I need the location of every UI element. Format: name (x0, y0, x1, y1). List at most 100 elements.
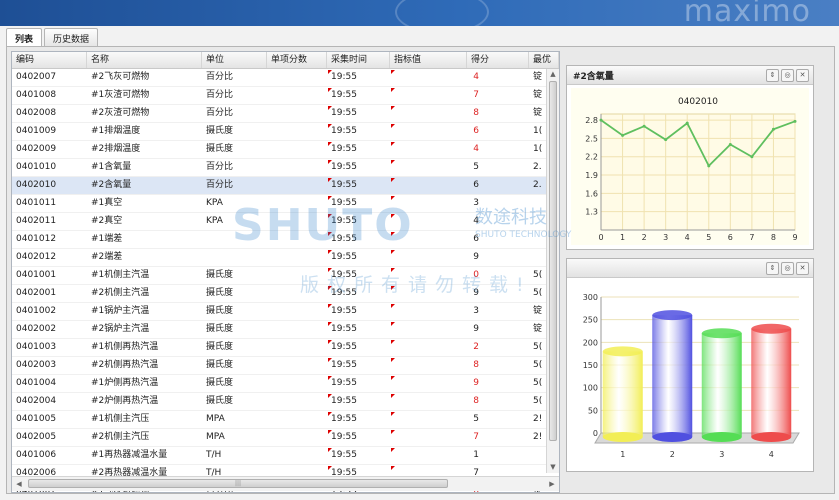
flag-marker-icon (391, 268, 395, 272)
cell-code: 0402010 (12, 177, 87, 194)
col-header-best[interactable]: 最优 (529, 52, 559, 68)
tab-history[interactable]: 历史数据 (44, 28, 99, 46)
flag-marker-icon (391, 430, 395, 434)
col-header-single-score[interactable]: 单项分数 (267, 52, 327, 68)
cell-best: 5( (529, 357, 546, 374)
cell-name-text: #2机侧主汽温 (91, 288, 150, 298)
settings-icon[interactable]: ◎ (781, 69, 794, 82)
close-icon[interactable]: ✕ (796, 69, 809, 82)
cell-score: 8 (467, 105, 529, 122)
cell-single-score (267, 105, 327, 122)
data-point (685, 121, 689, 125)
cell-code: 0401002 (12, 303, 87, 320)
tab-list[interactable]: 列表 (6, 28, 43, 46)
cell-score: 5 (467, 411, 529, 428)
cell-unit-text: 百分比 (206, 162, 234, 172)
cell-code-text: 0402002 (16, 324, 57, 334)
vertical-scroll-thumb[interactable] (549, 81, 557, 441)
cell-best-text: 5( (533, 342, 543, 352)
table-row[interactable]: 0401001 #1机侧主汽温 摄氏度 19:55 0 5( (12, 267, 546, 285)
cell-name: #2真空 (87, 213, 202, 230)
col-header-code[interactable]: 编码 (12, 52, 87, 68)
cell-score: 8 (467, 393, 529, 410)
x-tick-label: 6 (728, 233, 733, 242)
grid-body: 0402007 #2飞灰可燃物 百分比 19:55 4 锭 0401008 #1灰渣可燃物 百分… (12, 69, 546, 492)
table-row[interactable]: 0402005 #2机侧主汽压 MPA 19:55 7 2! (12, 429, 546, 447)
cell-time: 19:55 (327, 213, 390, 230)
bar (751, 328, 792, 437)
cell-name-text: #2机侧再热汽温 (91, 360, 159, 370)
table-row[interactable]: 0402012 #2端差 19:55 9 (12, 249, 546, 267)
bar (701, 333, 742, 437)
cell-code-text: 0401012 (16, 234, 57, 244)
cell-score-text: 4 (473, 216, 479, 226)
cell-best-text: 2! (533, 414, 543, 424)
bar-panel-header: ⇕ ◎ ✕ (567, 259, 813, 278)
settings-icon[interactable]: ◎ (781, 262, 794, 275)
vertical-scrollbar[interactable]: ▲ ▼ (546, 69, 559, 473)
flag-marker-icon (328, 160, 332, 164)
table-row[interactable]: 0401005 #1机侧主汽压 MPA 19:55 5 2! (12, 411, 546, 429)
data-point (793, 119, 797, 123)
table-row[interactable]: 0401012 #1端差 19:55 6 (12, 231, 546, 249)
scroll-up-icon[interactable]: ▲ (549, 70, 557, 78)
horizontal-scrollbar[interactable]: ◀ ||| ▶ (12, 476, 559, 491)
cell-time-text: 19:55 (331, 180, 357, 190)
cell-name: #1机侧再热汽温 (87, 339, 202, 356)
table-row[interactable]: 0402011 #2真空 KPA 19:55 4 (12, 213, 546, 231)
cell-score: 6 (467, 231, 529, 248)
col-header-name[interactable]: 名称 (87, 52, 202, 68)
resize-icon[interactable]: ⇕ (766, 262, 779, 275)
x-tick-label: 4 (769, 450, 774, 459)
flag-marker-icon (328, 304, 332, 308)
cell-score-text: 4 (473, 144, 479, 154)
table-row[interactable]: 0402004 #2炉侧再热汽温 摄氏度 19:55 8 5( (12, 393, 546, 411)
flag-marker-icon (391, 196, 395, 200)
table-row[interactable]: 0401008 #1灰渣可燃物 百分比 19:55 7 锭 (12, 87, 546, 105)
cell-name-text: #1排烟温度 (91, 126, 141, 136)
col-header-value[interactable]: 指标值 (390, 52, 467, 68)
col-header-unit[interactable]: 单位 (202, 52, 267, 68)
cell-unit-text: 百分比 (206, 90, 234, 100)
table-row[interactable]: 0401011 #1真空 KPA 19:55 3 (12, 195, 546, 213)
table-row[interactable]: 0401006 #1再热器减温水量 T/H 19:55 1 (12, 447, 546, 465)
table-row[interactable]: 0402001 #2机侧主汽温 摄氏度 19:55 9 5( (12, 285, 546, 303)
cell-score-text: 8 (473, 360, 479, 370)
table-row[interactable]: 0401002 #1锅炉主汽温 摄氏度 19:55 3 锭 (12, 303, 546, 321)
col-header-time[interactable]: 采集时间 (327, 52, 390, 68)
cell-code: 0401009 (12, 123, 87, 140)
cell-score: 5 (467, 159, 529, 176)
scroll-down-icon[interactable]: ▼ (549, 463, 557, 471)
cell-name-text: #2端差 (91, 252, 123, 262)
y-tick-label: 2.2 (585, 153, 598, 162)
table-row[interactable]: 0402009 #2排烟温度 摄氏度 19:55 4 1( (12, 141, 546, 159)
cell-name-text: #1炉侧再热汽温 (91, 378, 159, 388)
cell-time: 19:55 (327, 339, 390, 356)
scroll-left-icon[interactable]: ◀ (15, 480, 23, 488)
col-header-score[interactable]: 得分 (467, 52, 529, 68)
table-row[interactable]: 0402002 #2锅炉主汽温 摄氏度 19:55 9 锭 (12, 321, 546, 339)
table-row[interactable]: 0401003 #1机侧再热汽温 摄氏度 19:55 2 5( (12, 339, 546, 357)
close-icon[interactable]: ✕ (796, 262, 809, 275)
x-tick-label: 7 (749, 233, 754, 242)
cell-single-score (267, 393, 327, 410)
cell-unit: KPA (202, 195, 267, 212)
table-row[interactable]: 0401009 #1排烟温度 摄氏度 19:55 6 1( (12, 123, 546, 141)
resize-icon[interactable]: ⇕ (766, 69, 779, 82)
table-row[interactable]: 0402007 #2飞灰可燃物 百分比 19:55 4 锭 (12, 69, 546, 87)
horizontal-scroll-thumb[interactable]: ||| (28, 479, 448, 488)
cell-code: 0401001 (12, 267, 87, 284)
table-row[interactable]: 0402008 #2灰渣可燃物 百分比 19:55 8 锭 (12, 105, 546, 123)
scroll-right-icon[interactable]: ▶ (548, 480, 556, 488)
bar-top (751, 323, 792, 334)
table-row[interactable]: 0401004 #1炉侧再热汽温 摄氏度 19:55 9 5( (12, 375, 546, 393)
cell-code-text: 0401001 (16, 270, 57, 280)
table-row[interactable]: 0401010 #1含氧量 百分比 19:55 5 2. (12, 159, 546, 177)
table-row[interactable]: 0402003 #2机侧再热汽温 摄氏度 19:55 8 5( (12, 357, 546, 375)
cell-single-score (267, 411, 327, 428)
cell-score: 9 (467, 321, 529, 338)
cell-code: 0402008 (12, 105, 87, 122)
table-row[interactable]: 0402010 #2含氧量 百分比 19:55 6 2. (12, 177, 546, 195)
cell-unit-text: 摄氏度 (206, 144, 234, 154)
cell-best: 2. (529, 159, 546, 176)
